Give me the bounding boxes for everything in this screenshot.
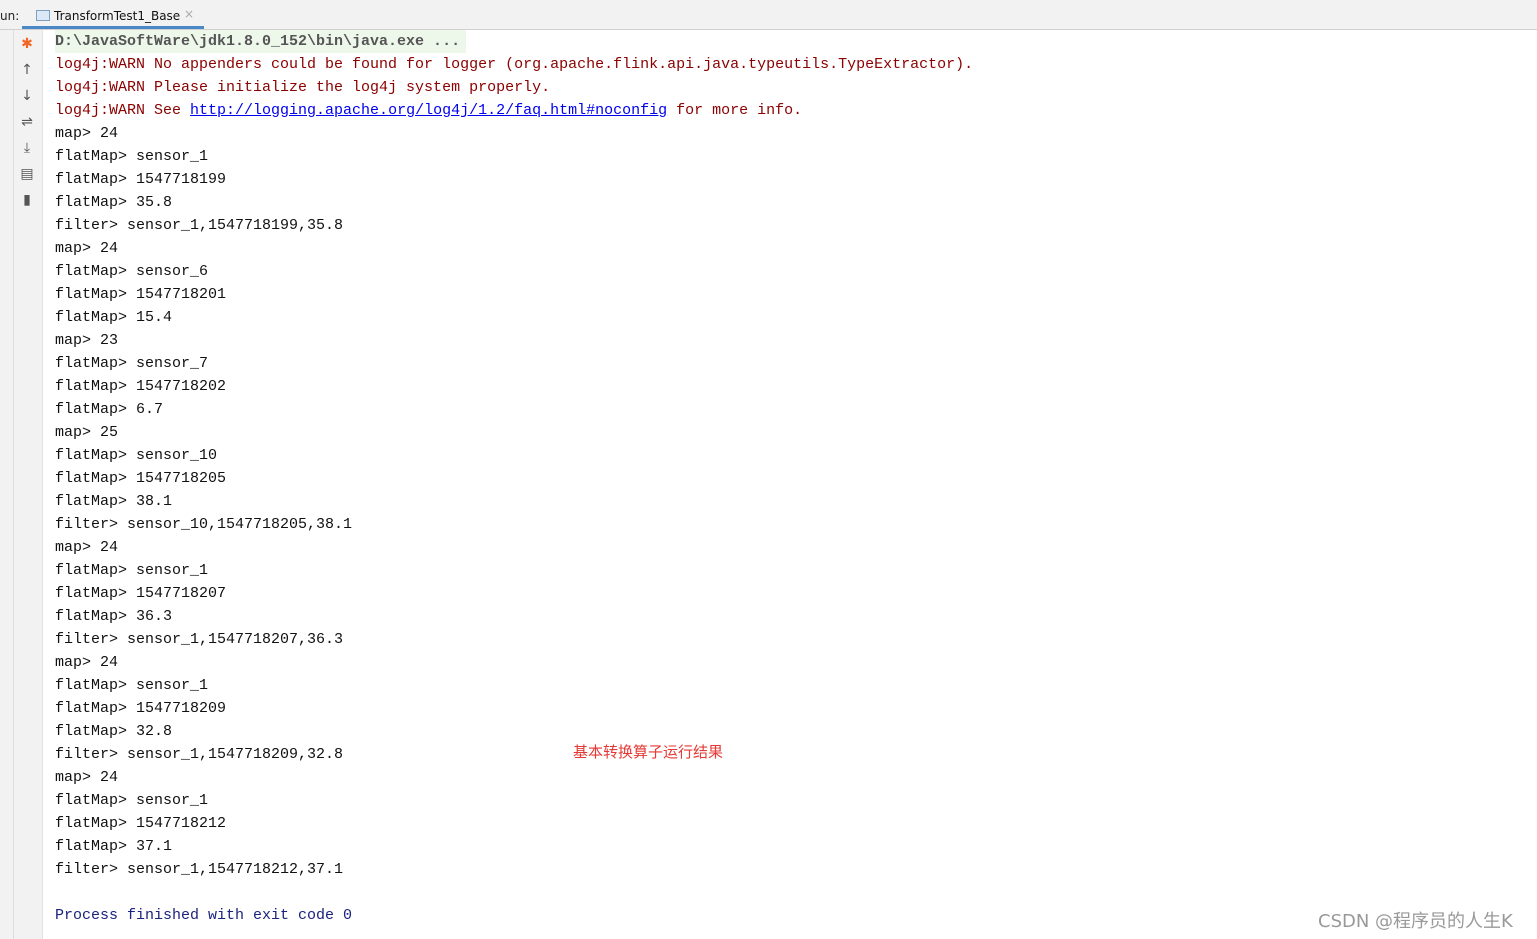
output-line: flatMap> 1547718212 bbox=[55, 815, 227, 832]
run-tab-bar: un: TransformTest1_Base × bbox=[0, 0, 1537, 30]
warn-prefix: log4j:WARN See bbox=[55, 102, 191, 119]
output-line: flatMap> sensor_1 bbox=[55, 792, 209, 809]
run-label: un: bbox=[0, 9, 20, 23]
output-line: flatMap> sensor_6 bbox=[55, 263, 209, 280]
faq-link[interactable]: http://logging.apache.org/log4j/1.2/faq.… bbox=[190, 102, 667, 119]
arrow-down-icon[interactable]: ↓ bbox=[17, 86, 37, 106]
output-line: map> 24 bbox=[55, 539, 119, 556]
output-line: flatMap> 1547718209 bbox=[55, 700, 227, 717]
output-line: flatMap> 36.3 bbox=[55, 608, 173, 625]
output-line: flatMap> 1547718207 bbox=[55, 585, 227, 602]
watermark: CSDN @程序员的人生K bbox=[1318, 911, 1513, 932]
output-line: map> 23 bbox=[55, 332, 119, 349]
output-line: flatMap> sensor_1 bbox=[55, 148, 209, 165]
output-line: flatMap> 38.1 bbox=[55, 493, 173, 510]
soft-wrap-icon[interactable]: ⇌ bbox=[17, 112, 37, 132]
output-line: map> 24 bbox=[55, 240, 119, 257]
annotation: 基本转换算子运行结果 bbox=[573, 743, 724, 761]
warn-suffix: for more info. bbox=[667, 102, 803, 119]
tab-label: TransformTest1_Base bbox=[54, 9, 181, 23]
close-icon[interactable]: × bbox=[184, 7, 194, 21]
output-line: flatMap> 1547718201 bbox=[55, 286, 227, 303]
output-line: flatMap> 15.4 bbox=[55, 309, 173, 326]
arrow-up-icon[interactable]: ↑ bbox=[17, 60, 37, 80]
output-line: map> 24 bbox=[55, 769, 119, 786]
output-line: filter> sensor_1,1547718209,32.8 bbox=[55, 746, 344, 763]
output-line: filter> sensor_10,1547718205,38.1 bbox=[55, 516, 353, 533]
output-line: filter> sensor_1,1547718199,35.8 bbox=[55, 217, 344, 234]
output-line: flatMap> 32.8 bbox=[55, 723, 173, 740]
warn-line: log4j:WARN See http://logging.apache.org… bbox=[55, 99, 802, 122]
debug-icon[interactable]: ✱ bbox=[17, 34, 37, 54]
output-line: flatMap> 6.7 bbox=[55, 401, 164, 418]
output-line: flatMap> 1547718202 bbox=[55, 378, 227, 395]
output-line: flatMap> sensor_7 bbox=[55, 355, 209, 372]
warn-line: log4j:WARN Please initialize the log4j s… bbox=[55, 79, 551, 96]
process-finished-line: Process finished with exit code 0 bbox=[55, 907, 353, 924]
console-output: D:\JavaSoftWare\jdk1.8.0_152\bin\java.ex… bbox=[43, 30, 1537, 939]
output-line: map> 25 bbox=[55, 424, 119, 441]
output-line: filter> sensor_1,1547718207,36.3 bbox=[55, 631, 344, 648]
trash-icon[interactable]: ▮ bbox=[17, 190, 37, 210]
output-line: flatMap> 37.1 bbox=[55, 838, 173, 855]
output-line: flatMap> 1547718205 bbox=[55, 470, 227, 487]
output-line: flatMap> sensor_1 bbox=[55, 677, 209, 694]
left-run-toolbar bbox=[0, 30, 14, 939]
console-icon bbox=[36, 10, 50, 21]
print-icon[interactable]: ▤ bbox=[17, 164, 37, 184]
warn-line: log4j:WARN No appenders could be found f… bbox=[55, 56, 974, 73]
scroll-to-end-icon[interactable]: ⤓ bbox=[17, 138, 37, 158]
output-line: flatMap> 1547718199 bbox=[55, 171, 227, 188]
output-line: flatMap> sensor_10 bbox=[55, 447, 218, 464]
command-line: D:\JavaSoftWare\jdk1.8.0_152\bin\java.ex… bbox=[55, 30, 467, 53]
output-line: filter> sensor_1,1547718212,37.1 bbox=[55, 861, 344, 878]
tab-transformtest1-base[interactable]: TransformTest1_Base × bbox=[22, 0, 204, 29]
output-line: flatMap> sensor_1 bbox=[55, 562, 209, 579]
output-line: map> 24 bbox=[55, 125, 119, 142]
output-line: map> 24 bbox=[55, 654, 119, 671]
output-line: flatMap> 35.8 bbox=[55, 194, 173, 211]
